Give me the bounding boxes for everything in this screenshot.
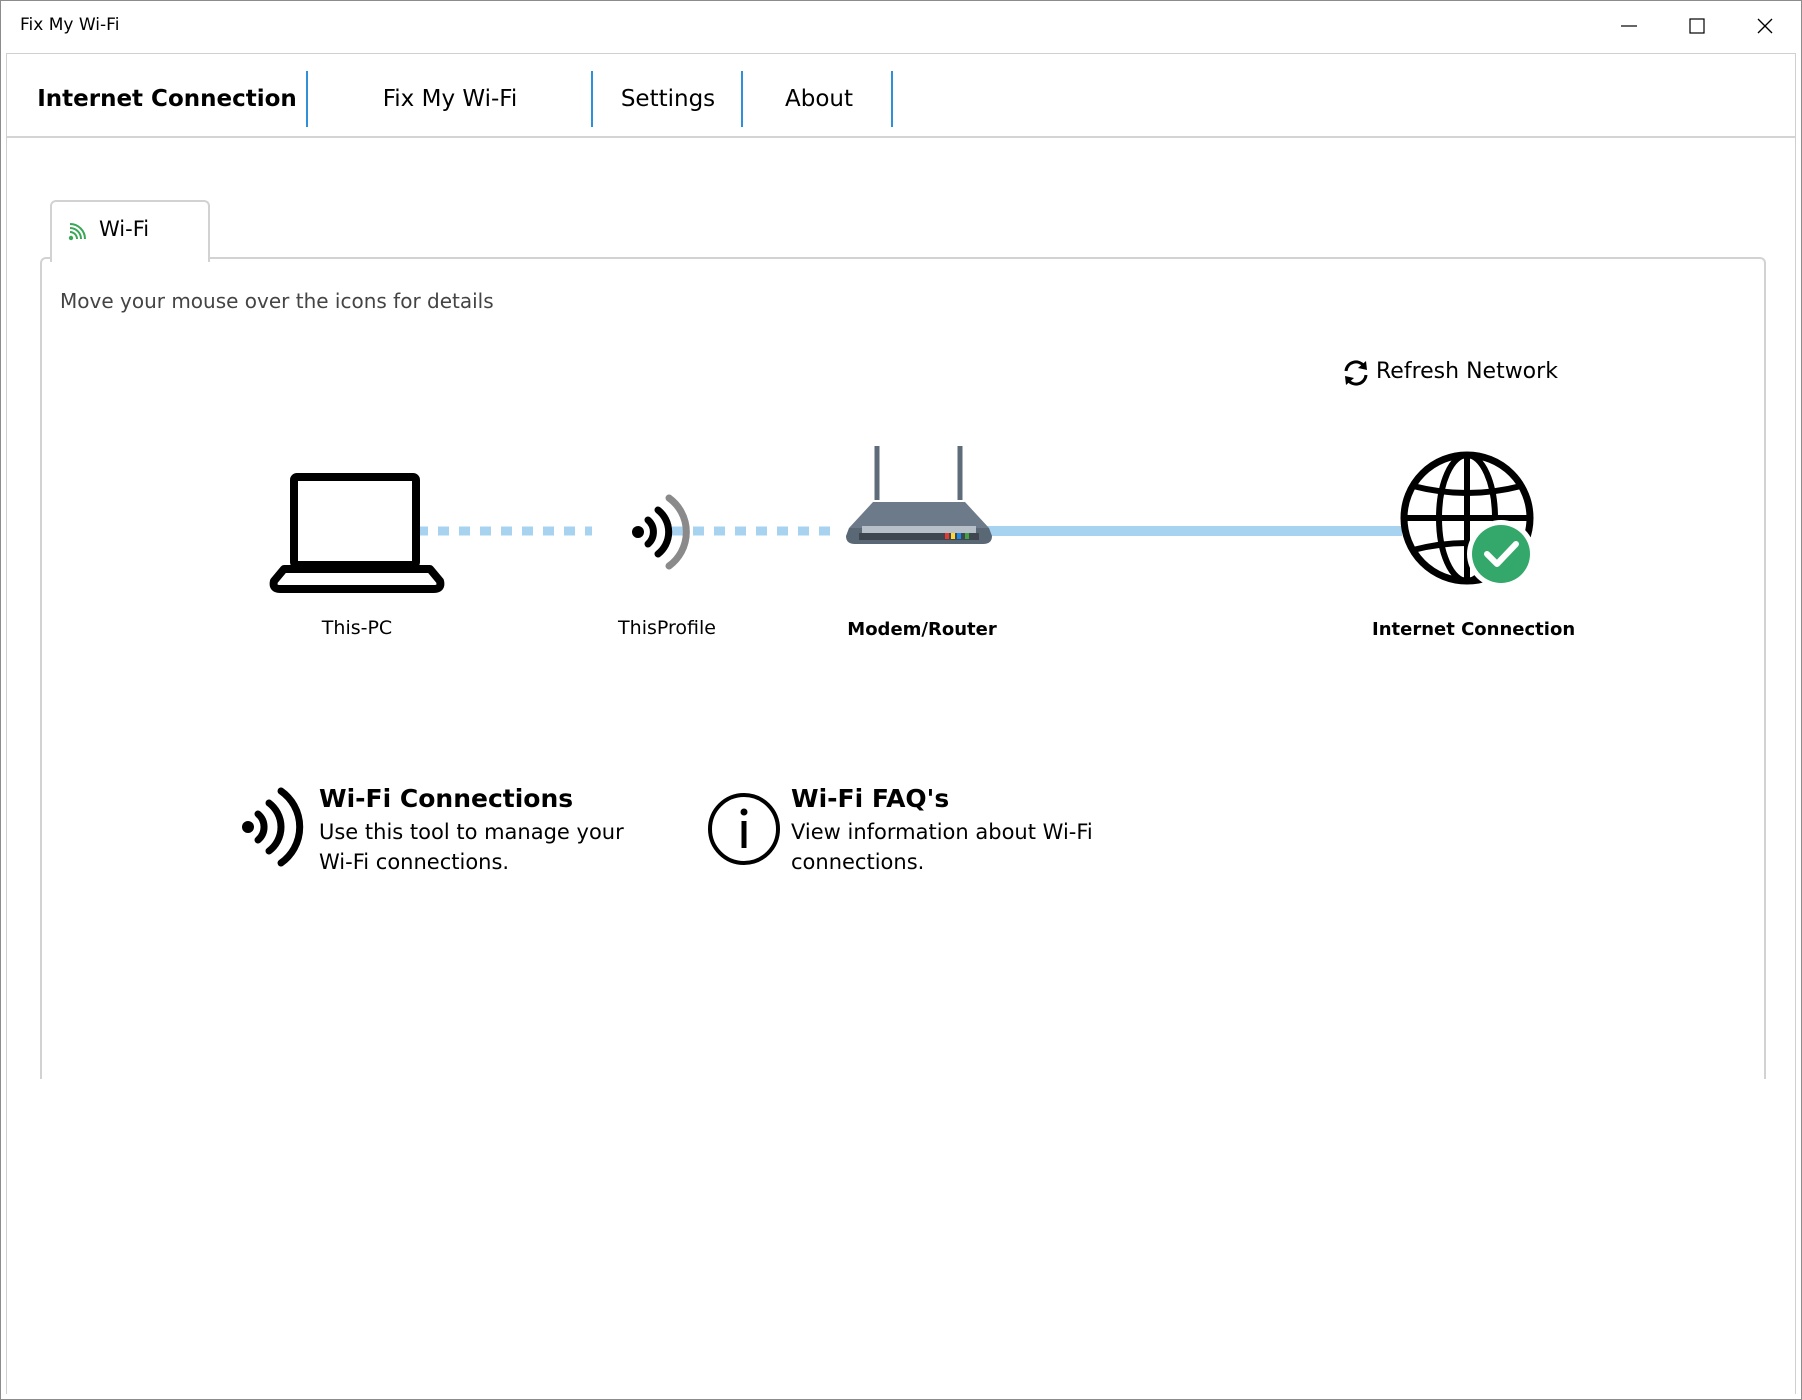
maximize-icon — [1689, 18, 1705, 34]
network-panel: Move your mouse over the icons for detai… — [40, 257, 1766, 1079]
router-icon — [846, 446, 992, 544]
device-modem-router[interactable]: Modem/Router — [822, 444, 1022, 644]
wifi-signal-icon — [68, 223, 86, 241]
card-description: View information about Wi-Fi connections… — [791, 820, 1093, 874]
device-label: ThisProfile — [618, 617, 716, 639]
nav-separator — [891, 71, 893, 127]
maximize-button[interactable] — [1663, 1, 1731, 51]
nav-separator — [591, 71, 593, 127]
minimize-icon — [1621, 25, 1637, 27]
minimize-button[interactable] — [1595, 1, 1663, 51]
card-title: Wi-Fi FAQ's — [791, 784, 950, 813]
nav-fix-my-wifi[interactable]: Fix My Wi-Fi — [309, 54, 591, 136]
device-this-pc[interactable]: This-PC — [262, 469, 462, 649]
app-window: Fix My Wi-Fi Internet Connection Fix My … — [0, 0, 1802, 1400]
nav-internet-connection[interactable]: Internet Connection — [27, 54, 307, 136]
wireless-signal-icon — [632, 494, 690, 570]
close-button[interactable] — [1731, 1, 1799, 51]
card-description: Use this tool to manage your Wi-Fi conne… — [319, 820, 624, 874]
card-wifi-faqs[interactable]: Wi-Fi FAQ's View information about Wi-Fi… — [706, 779, 1126, 879]
connected-status-badge — [1472, 525, 1530, 583]
globe-check-icon — [1400, 451, 1535, 588]
tab-wifi[interactable]: Wi-Fi — [50, 200, 210, 262]
device-internet-connection[interactable]: Internet Connection — [1372, 444, 1576, 644]
nav-about[interactable]: About — [744, 54, 894, 136]
nav-separator — [306, 71, 308, 127]
device-label: Modem/Router — [847, 619, 997, 640]
window-title: Fix My Wi-Fi — [20, 15, 120, 35]
device-this-profile[interactable]: ThisProfile — [582, 484, 742, 644]
nav-separator — [741, 71, 743, 127]
wireless-signal-icon — [242, 787, 304, 867]
close-icon — [1757, 18, 1773, 34]
top-navigation: Internet Connection Fix My Wi-Fi Setting… — [7, 54, 1795, 138]
nav-settings[interactable]: Settings — [594, 54, 742, 136]
card-title: Wi-Fi Connections — [319, 784, 574, 813]
device-label: Internet Connection — [1372, 619, 1576, 640]
laptop-icon — [269, 473, 445, 593]
title-bar: Fix My Wi-Fi — [1, 1, 1801, 53]
info-circle-icon — [708, 793, 780, 865]
device-label: This-PC — [321, 617, 393, 639]
tab-label: Wi-Fi — [99, 217, 150, 241]
app-content: Internet Connection Fix My Wi-Fi Setting… — [6, 53, 1796, 1394]
card-wifi-connections[interactable]: Wi-Fi Connections Use this tool to manag… — [234, 779, 654, 879]
